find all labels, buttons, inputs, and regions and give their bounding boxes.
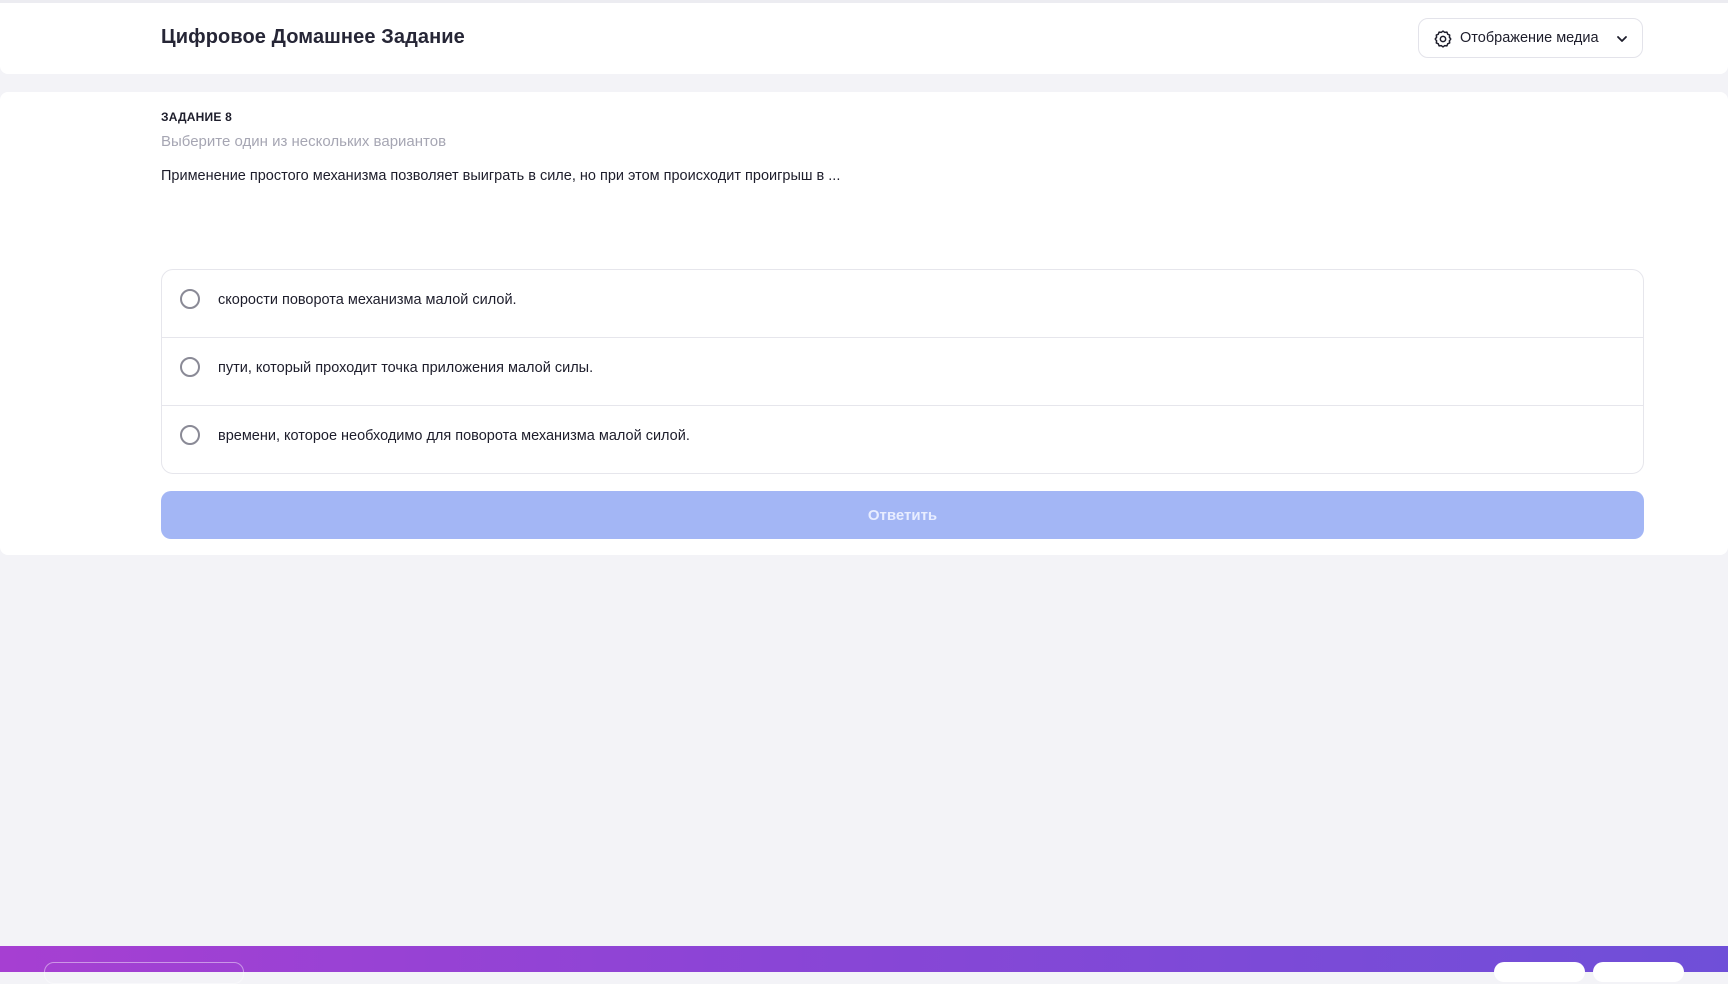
- answer-options: скорости поворота механизма малой силой.…: [161, 269, 1644, 474]
- radio-button[interactable]: [180, 289, 200, 309]
- submit-answer-button[interactable]: Ответить: [161, 491, 1644, 539]
- task-hint: Выберите один из нескольких вариантов: [161, 133, 447, 150]
- radio-button[interactable]: [180, 425, 200, 445]
- chevron-down-icon: [1617, 36, 1627, 42]
- media-display-dropdown[interactable]: Отображение медиа: [1418, 18, 1643, 58]
- answer-option[interactable]: времени, которое необходимо для поворота…: [162, 406, 1643, 474]
- answer-option[interactable]: пути, который проходит точка приложения …: [162, 338, 1643, 406]
- answer-option-label: скорости поворота механизма малой силой.: [218, 292, 517, 308]
- header: Цифровое Домашнее Задание Отображение ме…: [0, 3, 1728, 74]
- task-number: ЗАДАНИЕ 8: [161, 110, 232, 124]
- bottom-toolbar: [0, 946, 1728, 984]
- radio-button[interactable]: [180, 357, 200, 377]
- task-card: ЗАДАНИЕ 8 Выберите один из нескольких ва…: [0, 92, 1728, 555]
- answer-option-label: пути, который проходит точка приложения …: [218, 360, 594, 376]
- answer-option-label: времени, которое необходимо для поворота…: [218, 428, 690, 444]
- app-title: Цифровое Домашнее Задание: [161, 26, 465, 48]
- bottom-left-button[interactable]: [44, 962, 244, 984]
- bottom-right-button-1[interactable]: [1494, 962, 1585, 982]
- media-display-label: Отображение медиа: [1460, 30, 1599, 46]
- bottom-right-button-2[interactable]: [1593, 962, 1684, 982]
- gear-icon: [1434, 30, 1452, 48]
- answer-option[interactable]: скорости поворота механизма малой силой.: [162, 270, 1643, 338]
- question-text: Применение простого механизма позволяет …: [161, 168, 841, 184]
